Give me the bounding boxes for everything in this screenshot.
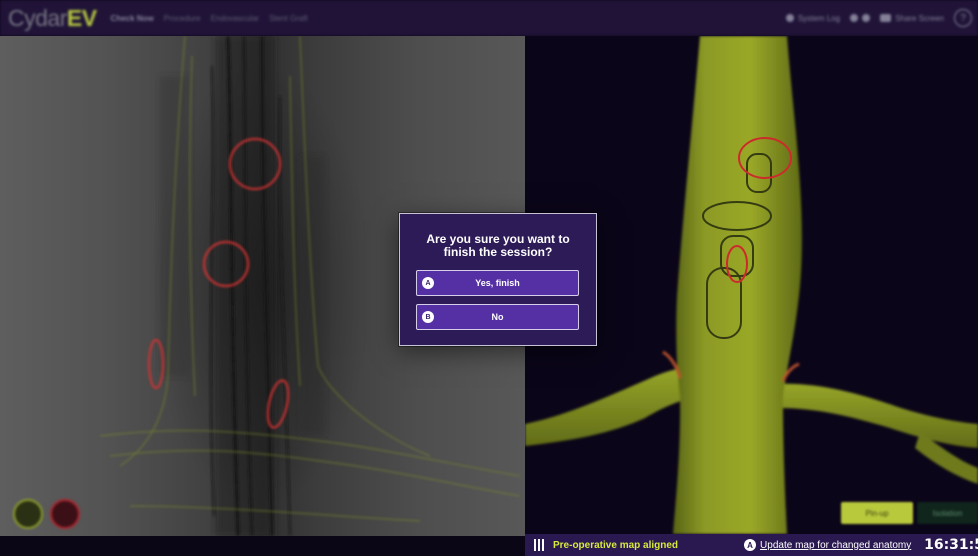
- guidewire-shadows: [160, 36, 325, 536]
- share-screen-button[interactable]: Share Screen: [880, 14, 944, 23]
- alignment-status: Pre-operative map aligned: [553, 539, 679, 551]
- overlay-toggle-button[interactable]: [13, 499, 43, 529]
- share-screen-label: Share Screen: [895, 13, 944, 23]
- alignment-bars-icon: [534, 539, 544, 551]
- key-a-icon: A: [744, 539, 757, 551]
- system-log-button[interactable]: System Log: [785, 13, 841, 23]
- finish-session-dialog: Are you sure you want to finish the sess…: [399, 213, 597, 346]
- update-map-label: Update map for changed anatomy: [760, 539, 912, 551]
- breadcrumb-item[interactable]: Stent Graft: [269, 14, 308, 23]
- toggle-icon: [850, 14, 859, 22]
- brand-suffix: EV: [66, 4, 97, 31]
- pin-up-button[interactable]: Pin-up: [841, 502, 913, 524]
- toggle-icon: [862, 14, 871, 22]
- no-label: No: [491, 312, 504, 322]
- key-a-icon: A: [422, 277, 434, 289]
- dialog-title: Are you sure you want to finish the sess…: [426, 232, 570, 259]
- key-b-icon: B: [422, 311, 434, 323]
- brand-main: Cydar: [8, 4, 67, 31]
- screen-icon: [880, 14, 892, 22]
- help-icon[interactable]: ?: [954, 9, 972, 27]
- system-log-label: System Log: [797, 13, 841, 23]
- marker-toggle-button[interactable]: [50, 499, 80, 529]
- breadcrumb-item[interactable]: Endovascular: [211, 14, 259, 23]
- isolation-button[interactable]: Isolation: [917, 502, 978, 524]
- view-toggle-button[interactable]: [850, 14, 871, 22]
- log-icon: [785, 14, 794, 22]
- no-button[interactable]: B No: [416, 304, 579, 330]
- app-logo: CydarEV: [8, 5, 97, 32]
- breadcrumb-item[interactable]: Procedure: [164, 14, 201, 23]
- status-bar: Pre-operative map aligned A Update map f…: [525, 534, 978, 556]
- breadcrumb-item[interactable]: Check Now: [111, 14, 154, 23]
- clock: 16:31:5: [924, 537, 978, 553]
- yes-finish-button[interactable]: A Yes, finish: [416, 270, 579, 296]
- yes-finish-label: Yes, finish: [475, 278, 520, 288]
- top-bar: CydarEV Check Now Procedure Endovascular…: [0, 0, 978, 36]
- update-map-link[interactable]: A Update map for changed anatomy: [744, 539, 911, 551]
